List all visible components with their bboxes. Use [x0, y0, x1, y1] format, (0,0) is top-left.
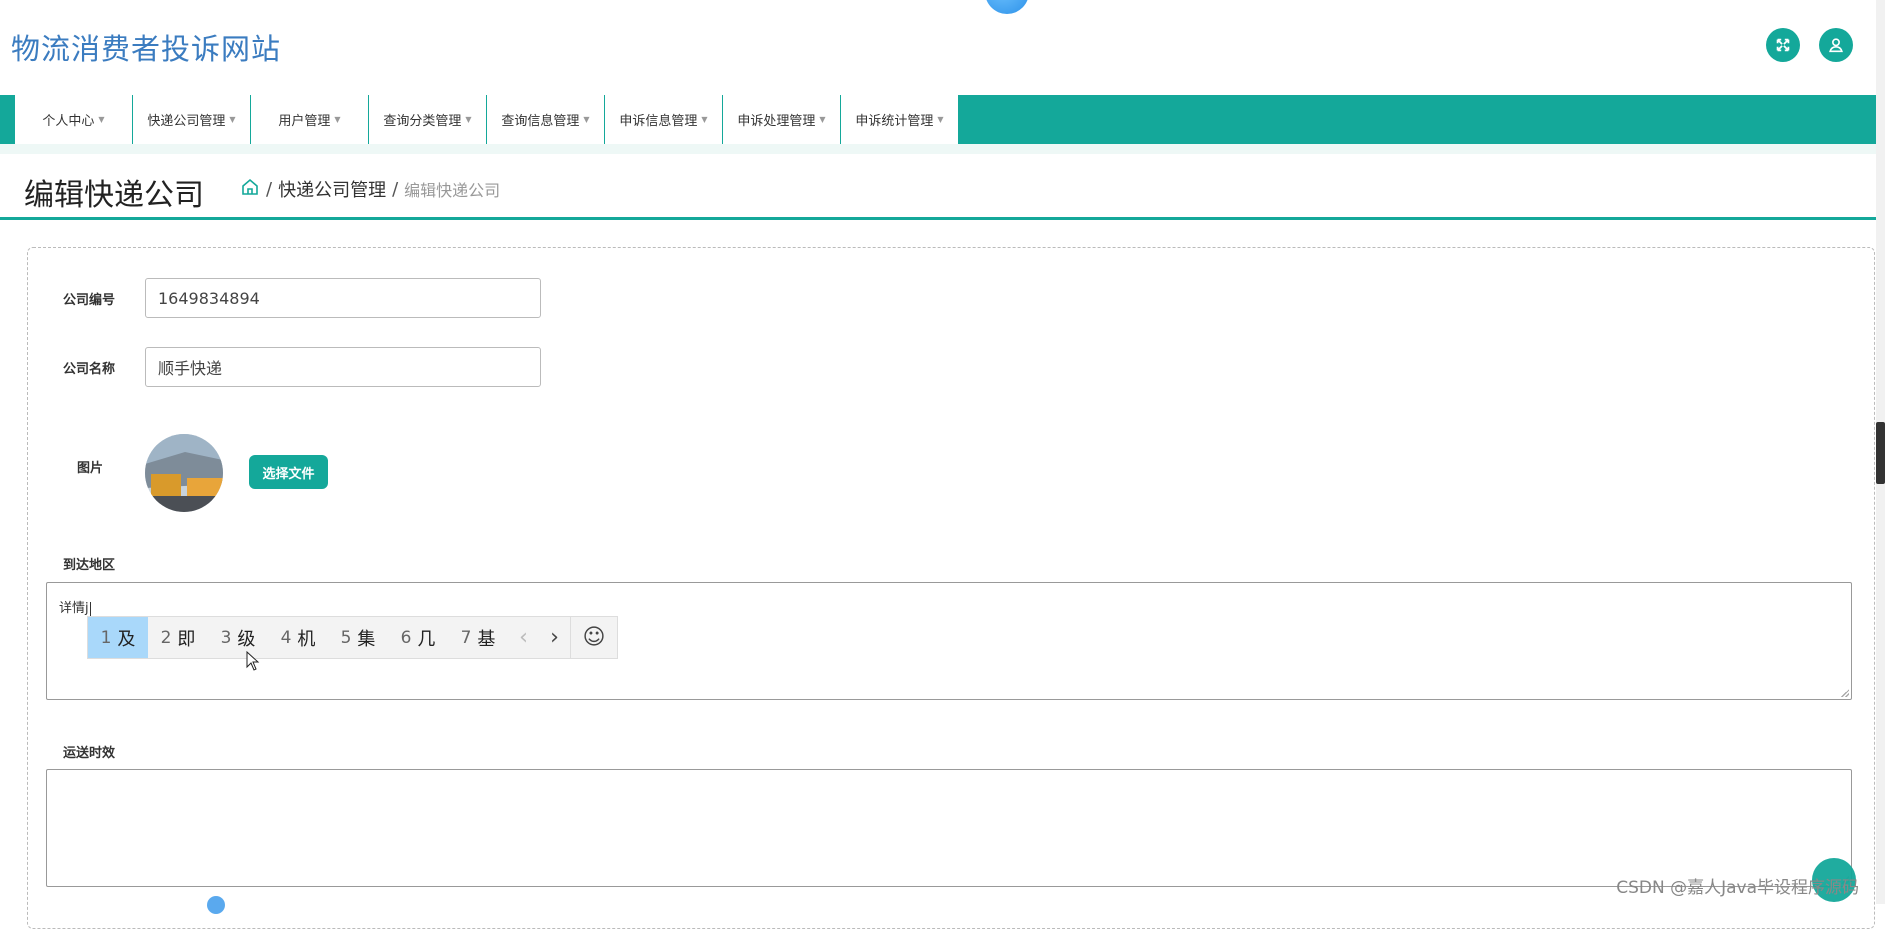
- emoji-icon[interactable]: ☺: [570, 617, 617, 658]
- chevron-down-icon: ▼: [701, 115, 708, 124]
- nav-tab-appeal-stats[interactable]: 申诉统计管理 ▼: [841, 95, 959, 144]
- delivery-time-textarea[interactable]: [46, 769, 1852, 887]
- candidate-char: 几: [417, 628, 436, 650]
- nav-tab-label: 查询信息管理: [501, 114, 580, 129]
- ime-candidate[interactable]: 7基: [448, 617, 508, 658]
- site-title: 物流消费者投诉网站: [11, 32, 282, 66]
- company-name-label: 公司名称: [63, 362, 116, 377]
- candidate-char: 即: [177, 628, 196, 650]
- candidate-index: 2: [160, 627, 172, 648]
- ime-candidate-bar: 1及 2即 3级 4机 5集 6几 7基 ‹ › ☺: [87, 616, 618, 659]
- chevron-down-icon: ▼: [98, 115, 105, 124]
- candidate-char: 基: [477, 628, 496, 650]
- company-no-label: 公司编号: [63, 293, 116, 308]
- chevron-down-icon: ▼: [465, 115, 472, 124]
- chevron-down-icon: ▼: [819, 115, 826, 124]
- nav-tab-query-category[interactable]: 查询分类管理 ▼: [369, 95, 487, 144]
- choose-file-button[interactable]: 选择文件: [249, 455, 328, 489]
- top-header: 物流消费者投诉网站: [0, 0, 1876, 95]
- watermark: CSDN @嘉人Java毕设程序源码: [1616, 878, 1859, 898]
- chevron-right-icon[interactable]: ›: [539, 617, 570, 658]
- image-label: 图片: [77, 461, 104, 476]
- breadcrumb: / 快递公司管理 / 编辑快递公司: [240, 176, 500, 202]
- candidate-char: 及: [117, 628, 136, 650]
- area-label: 到达地区: [63, 558, 116, 573]
- user-menu-button[interactable]: [1819, 28, 1853, 62]
- candidate-index: 5: [340, 627, 352, 648]
- ime-candidate[interactable]: 1及: [88, 617, 148, 658]
- fullscreen-button[interactable]: [1766, 28, 1800, 62]
- page-header: 编辑快递公司 / 快递公司管理 / 编辑快递公司: [0, 160, 1876, 220]
- nav-tab-users[interactable]: 用户管理 ▼: [251, 95, 369, 144]
- nav-tab-label: 查询分类管理: [383, 114, 462, 129]
- candidate-index: 3: [220, 627, 232, 648]
- chevron-left-icon[interactable]: ‹: [508, 617, 539, 658]
- chevron-down-icon: ▼: [229, 115, 236, 124]
- breadcrumb-separator: /: [266, 178, 273, 200]
- ime-candidate[interactable]: 5集: [328, 617, 388, 658]
- ime-candidate[interactable]: 2即: [148, 617, 208, 658]
- nav-tab-label: 申诉信息管理: [619, 114, 698, 129]
- chevron-down-icon: ▼: [937, 115, 944, 124]
- nav-tab-courier-company[interactable]: 快递公司管理 ▼: [133, 95, 251, 144]
- nav-tab-label: 用户管理: [278, 114, 331, 129]
- candidate-index: 6: [400, 627, 412, 648]
- candidate-index: 7: [460, 627, 472, 648]
- user-icon: [1829, 38, 1843, 53]
- delivery-time-label: 运送时效: [63, 746, 116, 761]
- scrollbar-thumb[interactable]: [1876, 422, 1885, 484]
- candidate-index: 1: [100, 627, 112, 648]
- candidate-char: 级: [237, 628, 256, 650]
- fullscreen-icon: [1776, 38, 1790, 52]
- nav-tab-label: 申诉统计管理: [855, 114, 934, 129]
- nav-tab-personal-center[interactable]: 个人中心 ▼: [15, 95, 133, 144]
- scrollbar[interactable]: [1876, 0, 1885, 904]
- nav-tab-label: 快递公司管理: [147, 114, 226, 129]
- resize-grip-icon[interactable]: [1841, 689, 1849, 697]
- breadcrumb-current: 编辑快递公司: [404, 181, 501, 200]
- page-title: 编辑快递公司: [24, 178, 204, 213]
- nav-divider: [0, 144, 1876, 154]
- nav-tab-label: 申诉处理管理: [737, 114, 816, 129]
- mouse-cursor-icon: [246, 651, 260, 671]
- candidate-char: 集: [357, 628, 376, 650]
- candidate-char: 机: [297, 628, 316, 650]
- nav-tab-appeal-processing[interactable]: 申诉处理管理 ▼: [723, 95, 841, 144]
- nav-tab-query-info[interactable]: 查询信息管理 ▼: [487, 95, 605, 144]
- main-nav: 个人中心 ▼ 快递公司管理 ▼ 用户管理 ▼ 查询分类管理 ▼ 查询信息管理 ▼ 申诉信息…: [0, 95, 1876, 144]
- company-no-input[interactable]: 1649834894: [145, 278, 541, 318]
- ime-candidate[interactable]: 4机: [268, 617, 328, 658]
- candidate-index: 4: [280, 627, 292, 648]
- decorative-dot: [207, 896, 225, 914]
- chevron-down-icon: ▼: [334, 115, 341, 124]
- nav-tab-label: 个人中心: [42, 114, 95, 129]
- ime-candidate[interactable]: 6几: [388, 617, 448, 658]
- company-image: [145, 434, 223, 512]
- nav-tab-appeal-info[interactable]: 申诉信息管理 ▼: [605, 95, 723, 144]
- company-name-input[interactable]: 顺手快递: [145, 347, 541, 387]
- breadcrumb-section[interactable]: 快递公司管理: [278, 176, 386, 202]
- text-caret: [89, 601, 91, 616]
- chevron-down-icon: ▼: [583, 115, 590, 124]
- breadcrumb-separator: /: [392, 178, 399, 200]
- area-textarea-text: 详情j: [59, 601, 89, 616]
- home-icon[interactable]: [240, 177, 260, 202]
